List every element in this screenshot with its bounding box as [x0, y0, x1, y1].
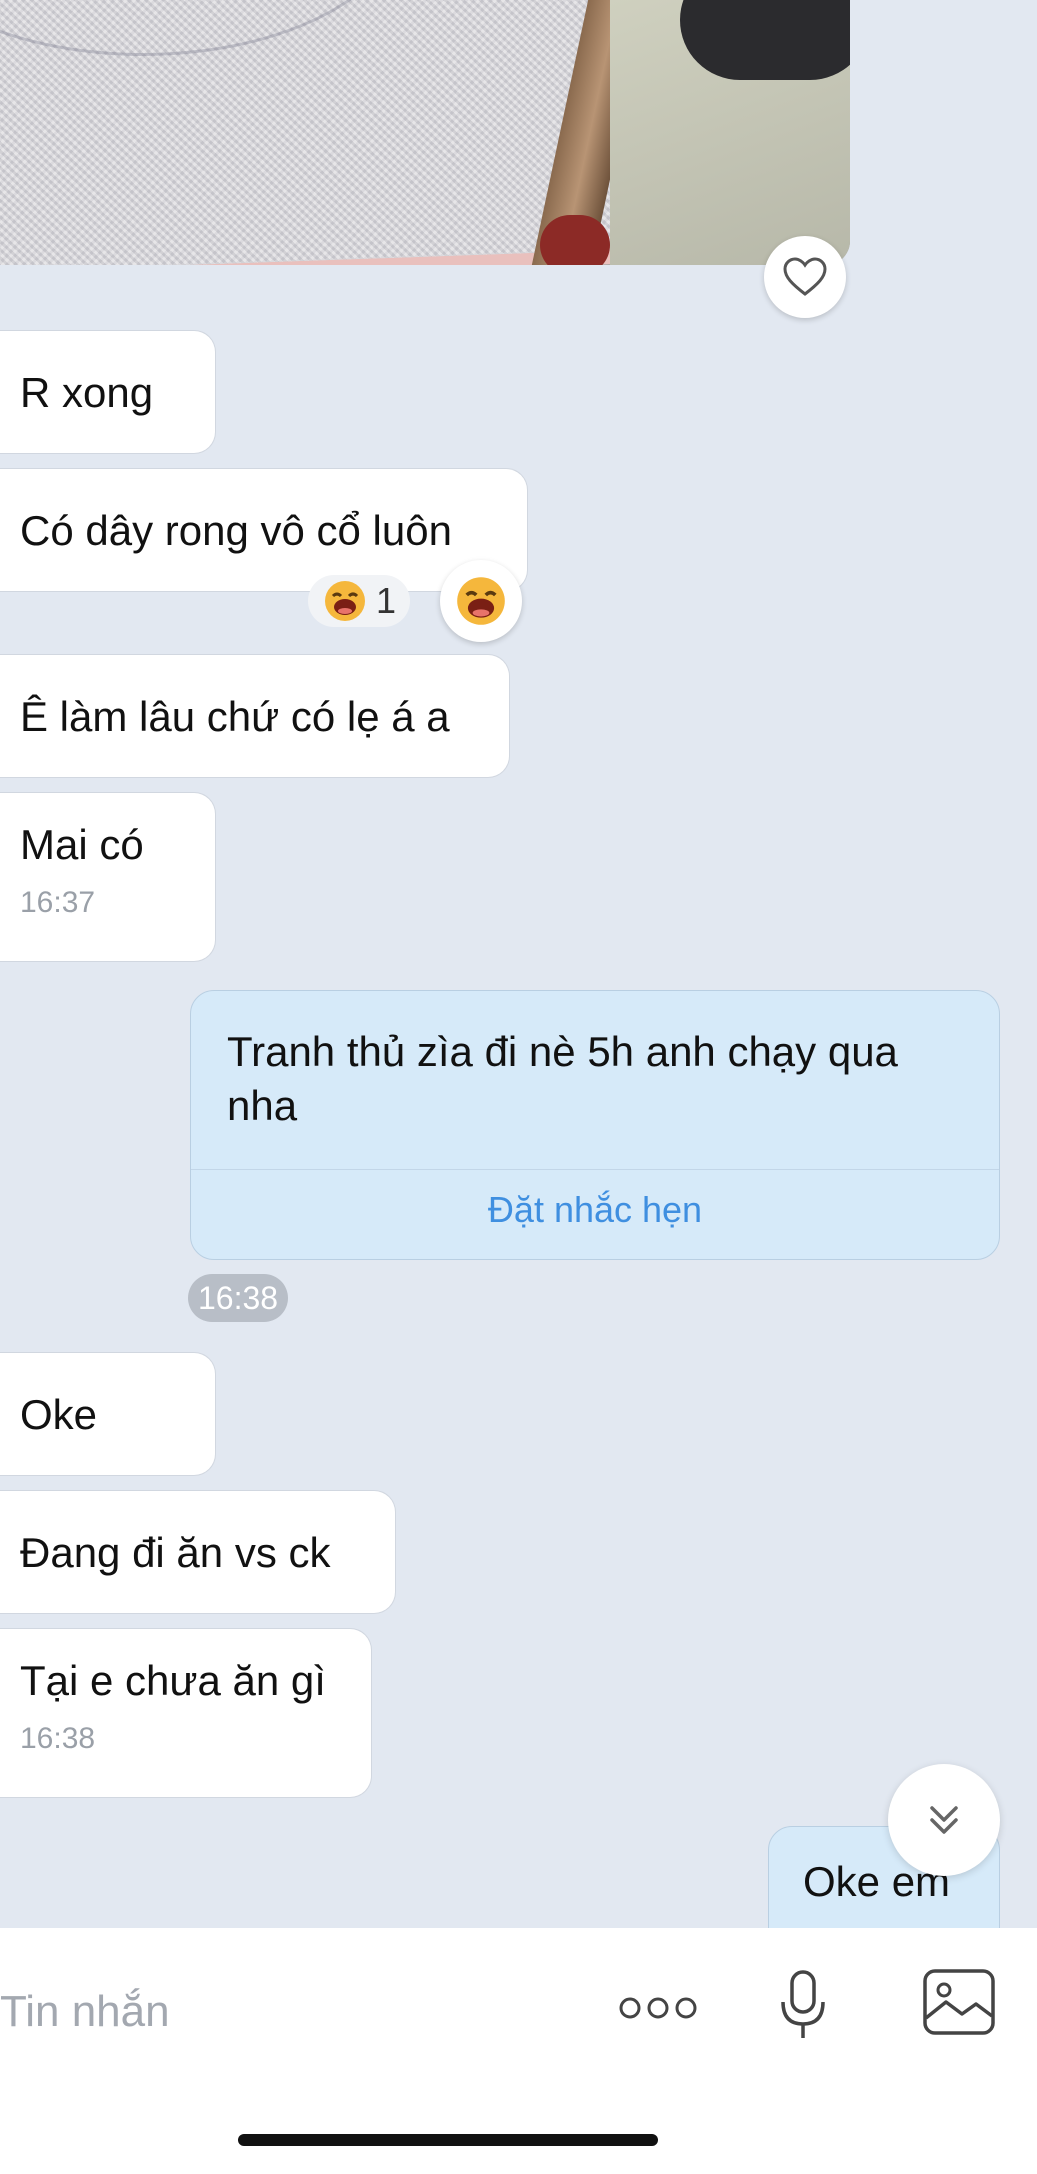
incoming-message[interactable]: Ê làm lâu chứ có lẹ á a	[0, 654, 510, 778]
incoming-message[interactable]: R xong	[0, 330, 216, 454]
scroll-to-bottom-button[interactable]	[888, 1764, 1000, 1876]
send-image-button[interactable]	[922, 1968, 996, 2041]
voice-message-button[interactable]	[778, 1968, 828, 2049]
message-input[interactable]: Tin nhắn	[0, 1972, 600, 2052]
outgoing-message[interactable]: Tranh thủ zìa đi nè 5h anh chạy qua nha …	[190, 990, 1000, 1260]
message-text: Tại e chưa ăn gì	[20, 1657, 326, 1704]
microphone-icon	[781, 1970, 825, 2038]
photo-shoe	[680, 0, 850, 80]
incoming-message[interactable]: Mai có 16:37	[0, 792, 216, 962]
reaction-count-badge[interactable]: 1	[308, 575, 411, 627]
message-text: Oke	[20, 1391, 98, 1438]
set-reminder-link[interactable]: Đặt nhắc hẹn	[191, 1189, 999, 1231]
incoming-message[interactable]: Có dây rong vô cổ luôn	[0, 468, 528, 592]
message-text: R xong	[20, 369, 154, 416]
laughing-face-icon	[457, 577, 505, 625]
more-options-button[interactable]	[618, 1988, 698, 2033]
photo-message[interactable]	[0, 0, 850, 265]
message-time: 16:37	[20, 886, 96, 919]
message-text: Có dây rong vô cổ luôn	[20, 507, 452, 554]
laughing-face-icon	[325, 581, 365, 621]
reaction-count: 1	[376, 580, 397, 621]
incoming-message[interactable]: Oke	[0, 1352, 216, 1476]
message-time: 16:38	[20, 1722, 96, 1755]
heart-icon	[783, 257, 827, 296]
reaction-button[interactable]	[440, 560, 522, 642]
divider	[191, 1169, 999, 1170]
image-icon	[923, 1969, 995, 2035]
home-indicator	[238, 2134, 658, 2146]
message-time: 16:38	[188, 1274, 289, 1322]
message-text: Ê làm lâu chứ có lẹ á a	[20, 693, 450, 740]
double-chevron-down-icon	[930, 1806, 958, 1834]
message-text: Đang đi ăn vs ck	[20, 1529, 331, 1576]
incoming-message[interactable]: Đang đi ăn vs ck	[0, 1490, 396, 1614]
message-text: Tranh thủ zìa đi nè 5h anh chạy qua nha	[227, 1028, 898, 1129]
photo-red-object	[540, 215, 610, 265]
more-icon	[619, 1997, 697, 2019]
incoming-message[interactable]: Tại e chưa ăn gì 16:38	[0, 1628, 372, 1798]
heart-react-button[interactable]	[764, 236, 846, 318]
message-text: Mai có	[20, 821, 144, 868]
